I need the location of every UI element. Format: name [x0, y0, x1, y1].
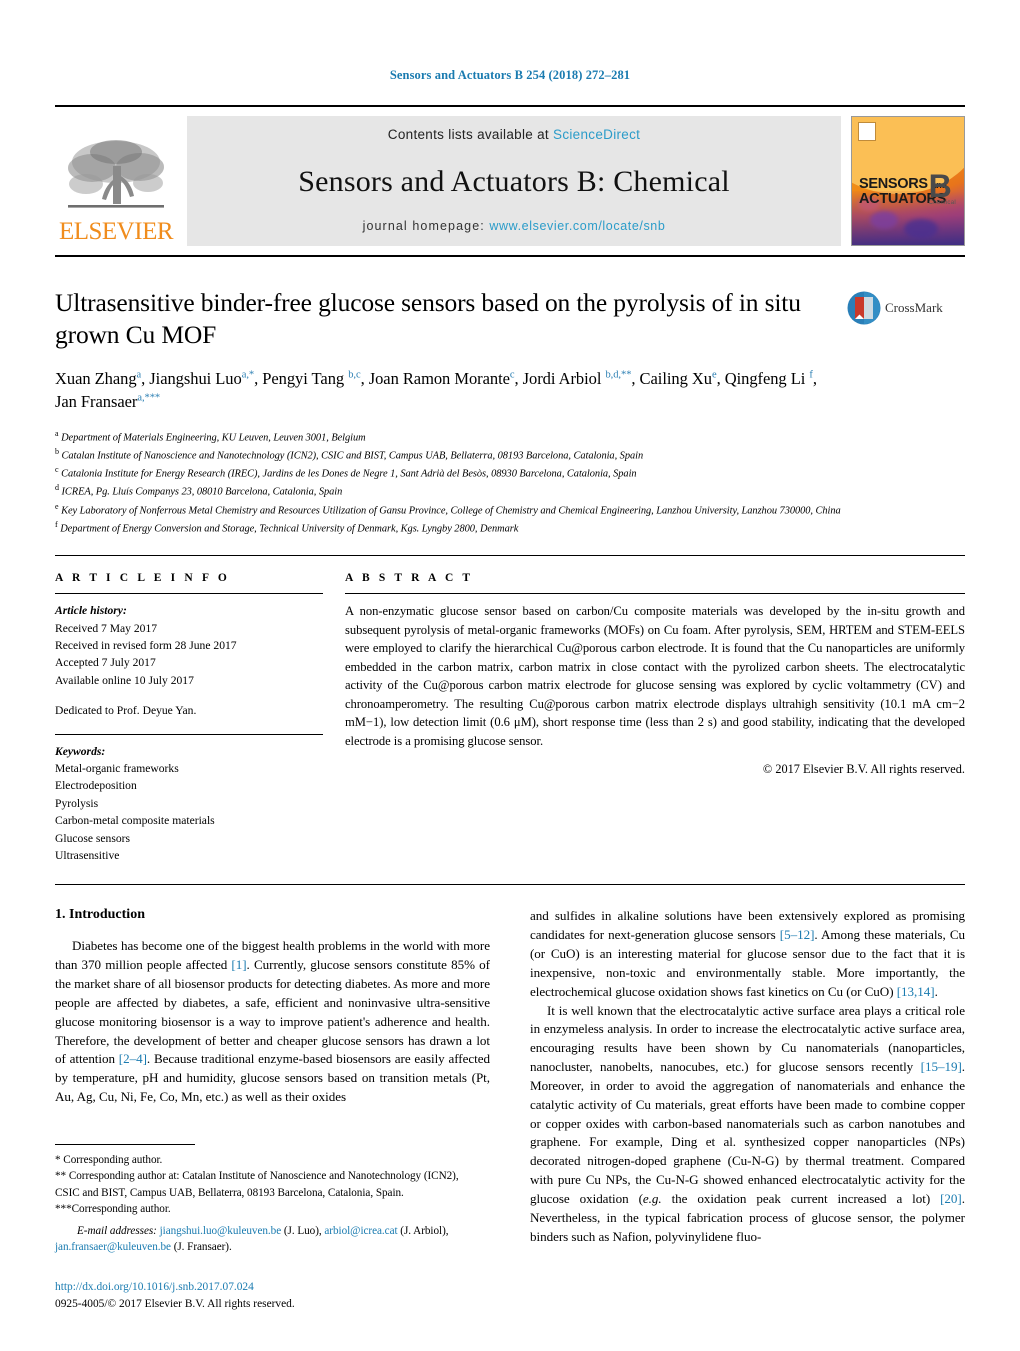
affiliation-item: a Department of Materials Engineering, K…: [55, 428, 965, 446]
affiliation-text: ICREA, Pg. Lluís Companys 23, 08010 Barc…: [61, 486, 343, 498]
keywords-block: Keywords: Metal-organic frameworks Elect…: [55, 743, 323, 865]
homepage-prefix: journal homepage:: [362, 219, 490, 233]
journal-homepage-link[interactable]: www.elsevier.com/locate/snb: [489, 219, 665, 233]
keyword-item: Metal-organic frameworks: [55, 762, 179, 776]
crossmark-badge[interactable]: CrossMark: [847, 287, 965, 414]
contents-list-line: Contents lists available at ScienceDirec…: [388, 127, 640, 142]
abstract-copyright: © 2017 Elsevier B.V. All rights reserved…: [762, 762, 965, 777]
info-abstract-section: A R T I C L E I N F O Article history: R…: [55, 572, 965, 864]
issn-copyright-line: 0925-4005/© 2017 Elsevier B.V. All right…: [55, 1297, 295, 1310]
dedication-line: Dedicated to Prof. Deyue Yan.: [55, 704, 197, 718]
cover-letter-b: B Chemical: [928, 170, 956, 206]
doi-block: http://dx.doi.org/10.1016/j.snb.2017.07.…: [55, 1279, 295, 1313]
cover-spot-2: [904, 219, 938, 239]
footnote-corresponding-1: * Corresponding author.: [55, 1154, 163, 1167]
affiliation-mark: f: [55, 520, 58, 529]
keyword-item: Carbon-metal composite materials: [55, 814, 215, 828]
affiliation-text: Key Laboratory of Nonferrous Metal Chemi…: [61, 505, 841, 517]
journal-cover-thumbnail: SENSORS and ACTUATORS B Chemical: [851, 116, 965, 246]
keywords-label: Keywords:: [55, 744, 106, 758]
keywords-rule: [55, 733, 323, 735]
affiliation-mark: d: [55, 483, 59, 493]
section-heading-introduction: 1. Introduction: [55, 907, 145, 923]
footnote-emails: E-mail addresses: jiangshui.luo@kuleuven…: [55, 1223, 485, 1255]
article-history-block: Article history: Received 7 May 2017 Rec…: [55, 602, 323, 719]
contents-prefix: Contents lists available at: [387, 127, 554, 142]
cover-letter-glyph: B: [928, 168, 952, 205]
footnote-corresponding-2: ** Corresponding author at: Catalan Inst…: [55, 1170, 459, 1199]
affiliation-item: c Catalonia Institute for Energy Researc…: [55, 464, 965, 482]
abstract-text: A non-enzymatic glucose sensor based on …: [345, 604, 965, 748]
history-item: Accepted 7 July 2017: [55, 656, 156, 670]
article-page: Sensors and Actuators B 254 (2018) 272–2…: [0, 0, 1020, 1351]
cover-elsevier-mark-icon: [858, 122, 876, 141]
keyword-item: Glucose sensors: [55, 831, 131, 845]
journal-masthead: ELSEVIER Contents lists available at Sci…: [55, 105, 965, 257]
affiliation-mark: e: [55, 501, 59, 511]
keyword-item: Pyrolysis: [55, 796, 99, 810]
history-item: Available online 10 July 2017: [55, 673, 194, 687]
affiliation-text: Department of Energy Conversion and Stor…: [60, 523, 519, 535]
affiliation-item: d ICREA, Pg. Lluís Companys 23, 08010 Ba…: [55, 482, 965, 500]
abstract-column: A B S T R A C T A non-enzymatic glucose …: [345, 572, 965, 864]
title-left-column: Ultrasensitive binder-free glucose senso…: [55, 287, 847, 414]
cover-letter-subtitle: Chemical: [928, 199, 956, 206]
cover-line1: SENSORS: [859, 176, 928, 193]
article-info-column: A R T I C L E I N F O Article history: R…: [55, 572, 345, 864]
journal-band: Contents lists available at ScienceDirec…: [187, 116, 841, 246]
affiliation-mark: a: [55, 428, 59, 438]
author-list: Xuan Zhanga, Jiangshui Luoa,*, Pengyi Ta…: [55, 368, 817, 412]
abstract-rule: [345, 593, 965, 595]
sciencedirect-link[interactable]: ScienceDirect: [553, 127, 640, 142]
cover-spot-1: [870, 211, 898, 229]
history-item: Received in revised form 28 June 2017: [55, 639, 237, 653]
elsevier-tree-icon: [64, 136, 168, 218]
history-item: Received 7 May 2017: [55, 621, 158, 635]
affiliation-text: Catalan Institute of Nanoscience and Nan…: [61, 450, 644, 462]
body-right-column: and sulfides in alkaline solutions have …: [530, 907, 965, 1246]
abstract-heading: A B S T R A C T: [345, 572, 474, 585]
running-head: Sensors and Actuators B 254 (2018) 272–2…: [389, 68, 631, 82]
doi-link[interactable]: http://dx.doi.org/10.1016/j.snb.2017.07.…: [55, 1279, 295, 1296]
intro-paragraph-left: Diabetes has become one of the biggest h…: [55, 938, 490, 1105]
affiliation-mark: b: [55, 446, 59, 456]
divider-above-body: [55, 884, 965, 886]
affiliation-item: f Department of Energy Conversion and St…: [55, 519, 965, 537]
intro-paragraph-right-1: and sulfides in alkaline solutions have …: [530, 908, 965, 999]
page-title: Ultrasensitive binder-free glucose senso…: [55, 288, 801, 349]
affiliation-text: Department of Materials Engineering, KU …: [61, 432, 366, 444]
affiliation-item: e Key Laboratory of Nonferrous Metal Che…: [55, 501, 965, 519]
crossmark-label: CrossMark: [885, 300, 943, 315]
elsevier-wordmark: ELSEVIER: [58, 218, 174, 245]
affiliation-list: a Department of Materials Engineering, K…: [55, 428, 965, 538]
article-info-heading: A R T I C L E I N F O: [55, 572, 230, 585]
keyword-item: Ultrasensitive: [55, 848, 120, 862]
keyword-item: Electrodeposition: [55, 779, 137, 793]
affiliation-item: b Catalan Institute of Nanoscience and N…: [55, 446, 965, 464]
article-info-rule: [55, 593, 323, 595]
crossmark-icon: [847, 291, 881, 325]
journal-homepage-line: journal homepage: www.elsevier.com/locat…: [363, 219, 666, 233]
title-block: Ultrasensitive binder-free glucose senso…: [55, 287, 965, 414]
email-addresses-label: E-mail addresses:: [77, 1224, 157, 1237]
footnote-corresponding-3: ***Corresponding author.: [55, 1202, 171, 1215]
affiliation-text: Catalonia Institute for Energy Research …: [61, 468, 637, 480]
article-history-label: Article history:: [55, 604, 127, 618]
footnote-block: * Corresponding author. ** Corresponding…: [55, 1144, 485, 1255]
affiliation-mark: c: [55, 465, 59, 475]
footnote-rule: [55, 1144, 195, 1146]
divider-above-abstract: [55, 555, 965, 557]
journal-title: Sensors and Actuators B: Chemical: [298, 164, 730, 198]
intro-paragraph-right-2: It is well known that the electrocatalyt…: [530, 1002, 965, 1244]
elsevier-logo: ELSEVIER: [55, 116, 177, 246]
